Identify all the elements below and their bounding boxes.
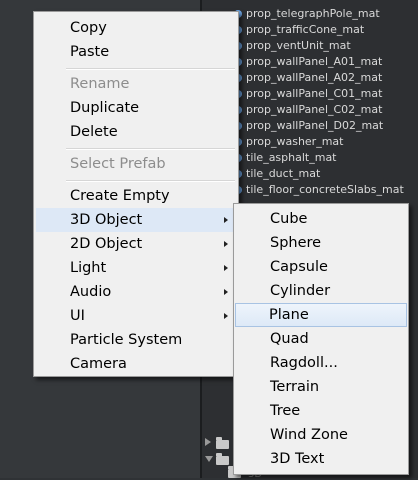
menu-item-duplicate[interactable]: Duplicate <box>36 96 236 120</box>
asset-item[interactable]: prop_ventUnit_mat <box>234 38 351 54</box>
menu-item-plane[interactable]: Plane <box>235 303 407 327</box>
asset-item[interactable]: prop_wallPanel_A02_mat <box>234 70 382 86</box>
menu-item-label: Copy <box>70 20 107 36</box>
asset-item[interactable]: prop_wallPanel_C01_mat <box>234 86 382 102</box>
menu-item-cube[interactable]: Cube <box>236 207 406 231</box>
menu-item-label: Ragdoll... <box>270 355 338 371</box>
menu-item-label: Light <box>70 260 107 276</box>
asset-item[interactable]: prop_wallPanel_D02_mat <box>234 118 383 134</box>
menu-item-delete[interactable]: Delete <box>36 120 236 144</box>
chevron-right-icon <box>224 265 228 271</box>
menu-item-label: Plane <box>269 307 309 323</box>
menu-item-label: Select Prefab <box>70 156 166 172</box>
menu-item-3d-object[interactable]: 3D Object <box>36 208 236 232</box>
menu-item-capsule[interactable]: Capsule <box>236 255 406 279</box>
menu-item-label: 3D Object <box>70 212 143 228</box>
menu-item-label: Capsule <box>270 259 328 275</box>
collapse-arrow-icon[interactable] <box>205 456 213 462</box>
menu-item-ragdoll[interactable]: Ragdoll... <box>236 351 406 375</box>
menu-item-label: Particle System <box>70 332 183 348</box>
menu-item-label: 2D Object <box>70 236 143 252</box>
menu-item-3d-text[interactable]: 3D Text <box>236 447 406 471</box>
asset-item[interactable]: tile_duct_mat <box>234 166 320 182</box>
menu-separator <box>66 148 235 150</box>
menu-item-label: Delete <box>70 124 118 140</box>
asset-item[interactable]: prop_wallPanel_A01_mat <box>234 54 382 70</box>
menu-item-ui[interactable]: UI <box>36 304 236 328</box>
menu-item-label: Camera <box>70 356 127 372</box>
menu-item-wind-zone[interactable]: Wind Zone <box>236 423 406 447</box>
menu-item-select-prefab: Select Prefab <box>36 152 236 176</box>
menu-item-particle-system[interactable]: Particle System <box>36 328 236 352</box>
asset-item[interactable]: tile_asphalt_mat <box>234 150 337 166</box>
menu-item-audio[interactable]: Audio <box>36 280 236 304</box>
asset-item[interactable]: prop_trafficCone_mat <box>234 22 364 38</box>
menu-item-2d-object[interactable]: 2D Object <box>36 232 236 256</box>
menu-item-tree[interactable]: Tree <box>236 399 406 423</box>
expand-arrow-icon[interactable] <box>205 438 211 446</box>
folder-icon <box>216 453 229 465</box>
menu-item-label: Sphere <box>270 235 322 251</box>
menu-item-label: Rename <box>70 76 130 92</box>
menu-separator <box>66 68 235 70</box>
menu-item-label: Cylinder <box>270 283 331 299</box>
menu-item-create-empty[interactable]: Create Empty <box>36 184 236 208</box>
menu-item-light[interactable]: Light <box>36 256 236 280</box>
menu-item-sphere[interactable]: Sphere <box>236 231 406 255</box>
asset-item[interactable]: tile_floor_concreteSlabs_mat <box>234 182 404 198</box>
asset-item[interactable]: prop_telegraphPole_mat <box>234 6 380 22</box>
menu-item-cylinder[interactable]: Cylinder <box>236 279 406 303</box>
menu-item-label: UI <box>70 308 85 324</box>
menu-item-label: Paste <box>70 44 110 60</box>
asset-item[interactable]: prop_wallPanel_C02_mat <box>234 102 382 118</box>
menu-item-label: Cube <box>270 211 308 227</box>
menu-item-quad[interactable]: Quad <box>236 327 406 351</box>
chevron-right-icon <box>224 313 228 319</box>
folder-icon <box>216 437 229 449</box>
asset-item[interactable]: prop_washer_mat <box>234 134 343 150</box>
menu-item-copy[interactable]: Copy <box>36 16 236 40</box>
menu-item-label: Duplicate <box>70 100 140 116</box>
menu-separator <box>66 180 235 182</box>
menu-item-label: Create Empty <box>70 188 170 204</box>
menu-item-paste[interactable]: Paste <box>36 40 236 64</box>
menu-item-camera[interactable]: Camera <box>36 352 236 376</box>
menu-item-rename: Rename <box>36 72 236 96</box>
submenu-3d-object: Cube Sphere Capsule Cylinder Plane Quad … <box>233 203 409 475</box>
menu-item-label: 3D Text <box>270 451 325 467</box>
chevron-right-icon <box>224 241 228 247</box>
chevron-right-icon <box>224 217 228 223</box>
menu-item-label: Wind Zone <box>270 427 348 443</box>
menu-item-label: Tree <box>270 403 301 419</box>
menu-item-label: Quad <box>270 331 309 347</box>
context-menu: Copy Paste Rename Duplicate Delete Selec… <box>33 11 239 377</box>
menu-item-label: Terrain <box>270 379 320 395</box>
menu-item-label: Audio <box>70 284 112 300</box>
menu-item-terrain[interactable]: Terrain <box>236 375 406 399</box>
chevron-right-icon <box>224 289 228 295</box>
